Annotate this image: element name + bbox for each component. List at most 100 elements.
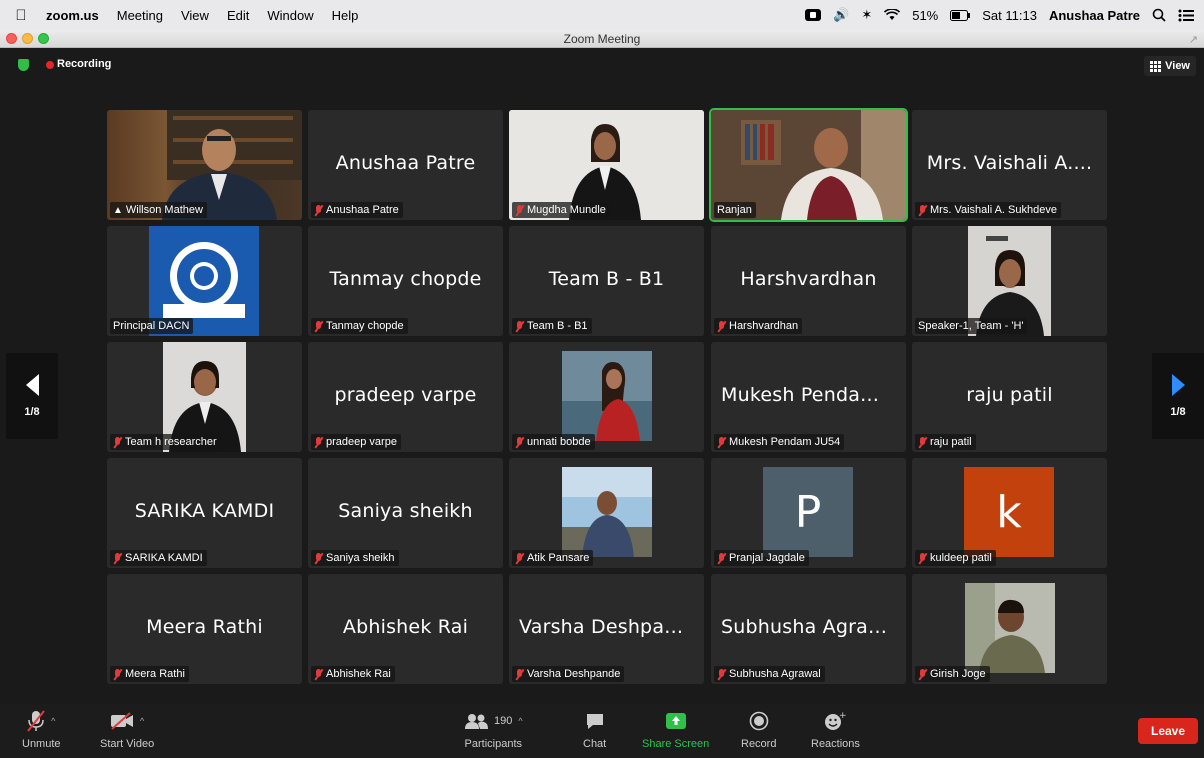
spotlight-search-icon[interactable] [1152, 8, 1166, 22]
video-tile[interactable]: unnati bobde [509, 342, 704, 452]
participant-display-name: Anushaa Patre [335, 152, 476, 174]
video-tile[interactable]: Subhusha Agrawal Subhusha Agrawal [711, 574, 906, 684]
menu-meeting[interactable]: Meeting [108, 8, 172, 23]
participant-initial-avatar: k [964, 467, 1054, 557]
video-tile[interactable]: Girish Joge [912, 574, 1107, 684]
participant-name: Abhishek Rai [326, 668, 391, 680]
video-tile[interactable]: Mugdha Mundle [509, 110, 704, 220]
menu-help[interactable]: Help [323, 8, 368, 23]
close-window-button[interactable] [6, 33, 17, 44]
chat-bubble-icon [586, 714, 603, 729]
menu-window[interactable]: Window [258, 8, 322, 23]
participant-display-name: Tanmay chopde [329, 268, 482, 290]
video-tile[interactable]: SARIKA KAMDI SARIKA KAMDI [107, 458, 302, 568]
participant-name: Harshvardhan [729, 320, 799, 332]
next-page-button[interactable]: 1/8 [1152, 353, 1204, 439]
video-off-icon [111, 712, 133, 730]
video-tile[interactable]: k kuldeep patil [912, 458, 1107, 568]
screen-record-icon[interactable] [805, 9, 822, 21]
mic-muted-icon [314, 436, 323, 448]
apple-logo-icon[interactable]:  [6, 7, 36, 24]
wifi-icon[interactable] [884, 9, 901, 21]
recording-label[interactable]: Recording [57, 58, 111, 70]
chevron-up-icon[interactable]: ^ [51, 716, 55, 726]
video-tile[interactable]: ▲ Willson Mathew [107, 110, 302, 220]
mic-muted-icon [918, 552, 927, 564]
chevron-up-icon[interactable]: ^ [518, 716, 522, 726]
chevron-up-icon[interactable]: ^ [140, 716, 144, 726]
chat-button[interactable]: Chat [583, 710, 606, 750]
video-tile[interactable]: Mrs. Vaishali A.... Mrs. Vaishali A. Suk… [912, 110, 1107, 220]
mic-muted-icon [515, 320, 524, 332]
participant-name: Varsha Deshpande [527, 668, 621, 680]
participant-name: Anushaa Patre [326, 204, 399, 216]
participant-display-name: Saniya sheikh [338, 500, 473, 522]
leave-meeting-button[interactable]: Leave [1138, 718, 1198, 744]
window-controls [6, 33, 49, 44]
video-tile[interactable]: Harshvardhan Harshvardhan [711, 226, 906, 336]
video-tile[interactable]: Team B - B1 Team B - B1 [509, 226, 704, 336]
pin-icon: ▲ [113, 204, 123, 216]
share-screen-button[interactable]: Share Screen [642, 710, 709, 750]
video-tile[interactable]: Varsha Deshpande Varsha Deshpande [509, 574, 704, 684]
maximize-window-button[interactable] [38, 33, 49, 44]
participant-name-tag: Pranjal Jagdale [714, 550, 809, 566]
minimize-window-button[interactable] [22, 33, 33, 44]
participants-button[interactable]: 190 ^ Participants [464, 710, 523, 750]
participant-display-name: Team B - B1 [548, 268, 665, 290]
video-tile[interactable]: Principal DACN [107, 226, 302, 336]
bluetooth-icon[interactable]: ✶ [861, 7, 872, 23]
menubar-clock[interactable]: Sat 11:13 [982, 8, 1037, 23]
record-button[interactable]: Record [741, 710, 776, 750]
participant-name-tag: Atik Pansare [512, 550, 594, 566]
participant-display-name: Varsha Deshpande [519, 616, 701, 638]
video-tile[interactable]: Meera Rathi Meera Rathi [107, 574, 302, 684]
participant-name: Subhusha Agrawal [729, 668, 821, 680]
battery-icon[interactable] [950, 9, 971, 21]
participant-name: Meera Rathi [125, 668, 185, 680]
menubar-user[interactable]: Anushaa Patre [1049, 8, 1140, 23]
mic-muted-icon [515, 552, 524, 564]
window-title: Zoom Meeting [563, 32, 641, 46]
video-tile-active-speaker[interactable]: Ranjan [709, 108, 908, 222]
security-shield-icon[interactable] [18, 59, 29, 71]
participant-name: Mrs. Vaishali A. Sukhdeve [930, 204, 1057, 216]
video-tile[interactable]: raju patil raju patil [912, 342, 1107, 452]
participant-name-tag: Harshvardhan [714, 318, 803, 334]
reactions-button[interactable]: + Reactions [811, 710, 860, 750]
record-icon [749, 711, 769, 731]
participant-avatar-photo [562, 351, 652, 441]
participant-name-tag: Saniya sheikh [311, 550, 399, 566]
menu-edit[interactable]: Edit [218, 8, 258, 23]
video-tile[interactable]: Anushaa Patre Anushaa Patre [308, 110, 503, 220]
participant-name-tag: Anushaa Patre [311, 202, 403, 218]
participant-name-tag: Team B - B1 [512, 318, 592, 334]
participant-name-tag: Team h researcher [110, 434, 221, 450]
record-label: Record [741, 738, 777, 750]
video-tile[interactable]: Speaker-1, Team - 'H' [912, 226, 1107, 336]
menu-app-name[interactable]: zoom.us [36, 8, 108, 23]
participant-name-tag: SARIKA KAMDI [110, 550, 207, 566]
video-tile[interactable]: Tanmay chopde Tanmay chopde [308, 226, 503, 336]
fullscreen-icon[interactable]: ↗ [1189, 31, 1198, 49]
video-tile[interactable]: Atik Pansare [509, 458, 704, 568]
mic-muted-icon [113, 436, 122, 448]
start-video-button[interactable]: ^ Start Video [100, 710, 154, 750]
video-tile[interactable]: Team h researcher [107, 342, 302, 452]
menu-view[interactable]: View [172, 8, 218, 23]
video-tile[interactable]: Saniya sheikh Saniya sheikh [308, 458, 503, 568]
previous-page-button[interactable]: 1/8 [6, 353, 58, 439]
unmute-button[interactable]: ^ Unmute [22, 710, 61, 750]
battery-percent: 51% [912, 7, 939, 23]
video-tile[interactable]: Abhishek Rai Abhishek Rai [308, 574, 503, 684]
mic-muted-icon [717, 552, 726, 564]
notification-center-icon[interactable] [1178, 9, 1194, 22]
video-tile[interactable]: pradeep varpe pradeep varpe [308, 342, 503, 452]
participant-initial-avatar: P [763, 467, 853, 557]
video-tile[interactable]: P Pranjal Jagdale [711, 458, 906, 568]
participant-name-tag: kuldeep patil [915, 550, 996, 566]
video-tile[interactable]: Mukesh Pendam... Mukesh Pendam JU54 [711, 342, 906, 452]
page-indicator-right: 1/8 [1170, 406, 1186, 418]
view-button[interactable]: View [1144, 56, 1196, 76]
volume-icon[interactable]: 🔊 [833, 7, 849, 23]
